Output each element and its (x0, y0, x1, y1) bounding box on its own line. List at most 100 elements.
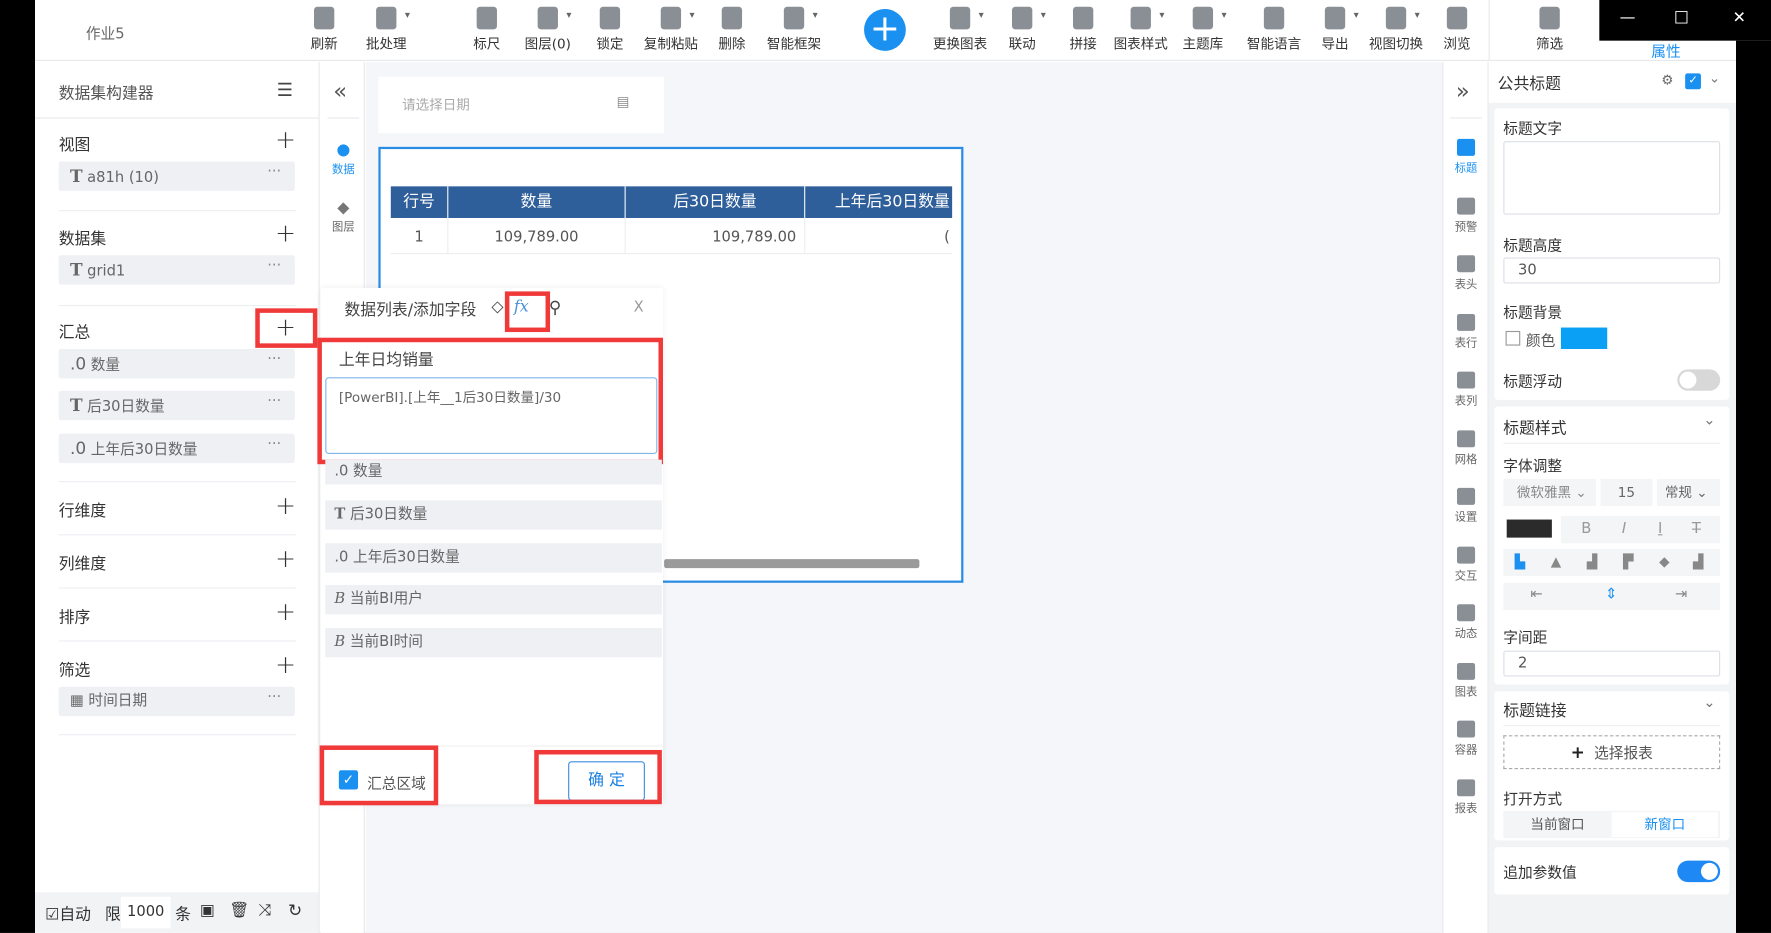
shuffle-icon[interactable]: ⤨ (259, 901, 272, 919)
align-right-icon[interactable]: ▟ (1587, 553, 1597, 569)
select-report-button[interactable]: + 选择报表 (1503, 735, 1721, 770)
letter-spacing-input[interactable]: 2 (1503, 650, 1721, 677)
toolbar-button-8[interactable]: 更换图表 (926, 6, 994, 53)
field-item[interactable]: B 当前BI用户 (325, 585, 662, 615)
align-top-icon[interactable]: ▛ (1623, 553, 1633, 569)
toolbar-button-11[interactable]: 图表样式 (1107, 6, 1175, 53)
collapse-left-icon[interactable]: « (333, 77, 347, 104)
toolbar-button-0[interactable]: 刷新 (290, 6, 358, 53)
trash-icon[interactable]: 🗑 (229, 901, 249, 919)
toolbar-button-5[interactable]: 复制粘贴 (637, 6, 705, 53)
chevron-down-icon[interactable]: ⌄ (1703, 695, 1715, 712)
property-tab-11[interactable]: 报表 (1452, 778, 1479, 815)
bg-color-swatch[interactable] (1560, 327, 1608, 350)
table-header-cell[interactable]: 数量 (448, 186, 626, 218)
toolbar-button-3[interactable]: 图层(0) (514, 6, 582, 53)
maximize-button[interactable]: ☐ (1674, 8, 1689, 28)
list-item[interactable]: .0 上年后30日数量 ··· (58, 433, 295, 464)
table-header-cell[interactable]: 行号 (390, 186, 449, 218)
table-header-cell[interactable]: 上年后30日数量 (805, 186, 953, 218)
property-tab-2[interactable]: 表头 (1452, 255, 1479, 291)
horizontal-scrollbar[interactable] (664, 559, 920, 569)
add-view-button[interactable]: + (275, 126, 296, 154)
toolbar-button-6[interactable]: 删除 (698, 6, 766, 53)
list-item[interactable]: ▦ 时间日期 ··· (58, 686, 295, 717)
field-item[interactable]: .0 数量 (325, 459, 662, 485)
code-icon[interactable]: ▣ (200, 901, 215, 919)
field-item[interactable]: T 后30日数量 (325, 500, 662, 530)
more-icon[interactable]: ··· (267, 430, 281, 459)
align-middle-icon[interactable]: ◆ (1659, 553, 1669, 569)
add-sort-button[interactable]: + (275, 599, 296, 627)
right-position-icon[interactable]: ⇥ (1675, 586, 1687, 603)
strikethrough-button[interactable]: T (1692, 521, 1701, 538)
property-tab-0[interactable]: 标题 (1452, 138, 1479, 175)
property-tab-1[interactable]: 预警 (1452, 197, 1479, 233)
table-header-cell[interactable]: 后30日数量 (625, 186, 806, 218)
append-param-toggle[interactable] (1677, 860, 1721, 883)
float-toggle[interactable] (1677, 369, 1721, 391)
more-icon[interactable]: ··· (267, 252, 281, 281)
toolbar-button-13[interactable]: 智能语言 (1240, 6, 1308, 53)
toolbar-button-9[interactable]: 联动 (988, 6, 1056, 53)
font-select[interactable]: 微软雅黑 ⌄ (1503, 478, 1596, 506)
property-tab-8[interactable]: 动态 (1452, 604, 1479, 640)
italic-button[interactable]: I (1622, 521, 1626, 538)
chevron-down-icon[interactable]: ⌄ (1709, 70, 1720, 86)
list-item[interactable]: Ta81h (10) ··· (58, 161, 295, 191)
limit-input[interactable]: 1000 (120, 896, 171, 929)
title-text-input[interactable] (1503, 141, 1721, 215)
bold-button[interactable]: B (1581, 521, 1591, 538)
more-icon[interactable]: ··· (267, 683, 281, 712)
center-position-icon[interactable]: ⇕ (1605, 586, 1617, 603)
more-icon[interactable]: ··· (267, 387, 281, 416)
tag-icon[interactable]: ◇ (491, 298, 503, 316)
minimize-button[interactable]: — (1620, 9, 1636, 27)
align-bottom-icon[interactable]: ▟ (1693, 553, 1703, 569)
close-button[interactable]: ✕ (1733, 9, 1746, 27)
refresh-icon[interactable]: ↻ (288, 900, 302, 920)
chevron-down-icon[interactable]: ⌄ (1703, 412, 1715, 429)
toolbar-button-2[interactable]: 标尺 (453, 6, 521, 53)
align-center-icon[interactable]: ▲ (1551, 553, 1561, 569)
tab-properties[interactable]: 属性 (1651, 40, 1680, 61)
field-item[interactable]: .0 上年后30日数量 (325, 543, 662, 573)
gear-icon[interactable]: ⚙ (1661, 72, 1673, 88)
add-column-dimension-button[interactable]: + (275, 546, 296, 574)
bg-color-checkbox[interactable] (1505, 330, 1521, 346)
add-filter-button[interactable]: + (275, 652, 296, 680)
property-tab-9[interactable]: 图表 (1452, 662, 1479, 699)
date-picker[interactable]: 请选择日期 ▤ (378, 76, 665, 134)
search-icon[interactable]: ⚲ (549, 297, 561, 317)
property-tab-7[interactable]: 交互 (1452, 546, 1479, 582)
list-item[interactable]: Tgrid1 ··· (58, 252, 295, 285)
left-position-icon[interactable]: ⇤ (1530, 586, 1542, 603)
toolbar-button-4[interactable]: 锁定 (576, 6, 644, 53)
add-row-dimension-button[interactable]: + (275, 492, 296, 520)
property-tab-5[interactable]: 网格 (1452, 429, 1479, 466)
font-color-swatch[interactable] (1506, 519, 1552, 538)
expand-right-icon[interactable]: » (1456, 77, 1470, 104)
toolbar-button-7[interactable]: 智能框架 (760, 6, 828, 53)
close-popup-button[interactable]: X (634, 299, 644, 316)
toolbar-button-14[interactable]: 导出 (1301, 6, 1369, 53)
toolbar-button-15[interactable]: 视图切换 (1362, 6, 1430, 53)
font-weight-select[interactable]: 常规 ⌄ (1656, 478, 1721, 506)
align-left-icon[interactable]: ▙ (1515, 553, 1525, 569)
list-item[interactable]: .0 数量 ··· (58, 346, 295, 379)
toolbar-button-1[interactable]: 批处理 (352, 6, 420, 53)
property-tab-6[interactable]: 设置 (1452, 487, 1479, 524)
enable-checkbox[interactable]: ✓ (1685, 73, 1701, 90)
open-current-window-option[interactable]: 当前窗口 (1503, 811, 1611, 838)
open-new-window-option[interactable]: 新窗口 (1611, 812, 1718, 837)
collapse-menu-icon[interactable]: ☰ (277, 79, 293, 100)
more-icon[interactable]: ··· (267, 346, 281, 375)
property-tab-10[interactable]: 容器 (1452, 720, 1479, 757)
title-height-input[interactable]: 30 (1503, 257, 1721, 284)
property-tab-4[interactable]: 表列 (1452, 371, 1479, 408)
field-item[interactable]: B 当前BI时间 (325, 627, 662, 658)
toolbar-button-16[interactable]: 浏览 (1423, 6, 1491, 53)
auto-checkbox[interactable]: ☑自动 (45, 902, 91, 925)
add-component-button[interactable]: + (864, 9, 906, 51)
underline-button[interactable]: I (1658, 521, 1662, 538)
